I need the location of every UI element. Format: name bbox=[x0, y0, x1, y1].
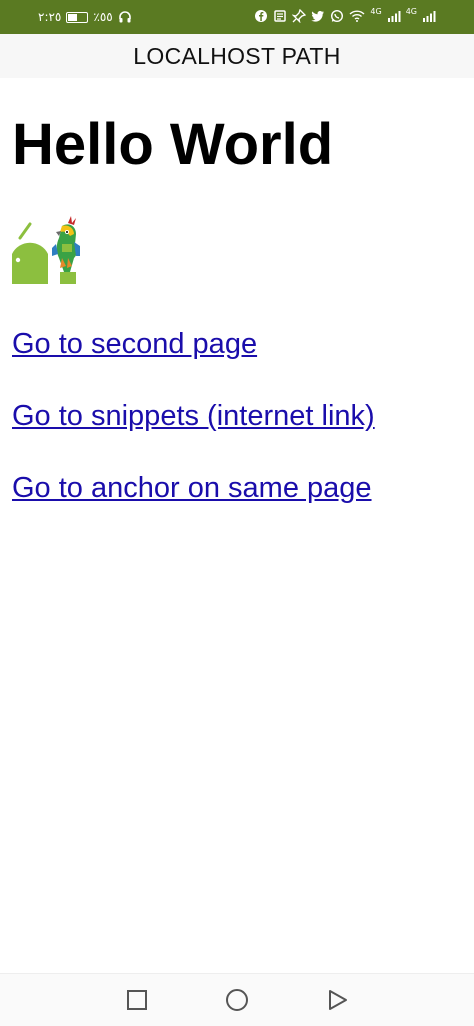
pin-icon bbox=[292, 9, 307, 23]
link-second-page[interactable]: Go to second page bbox=[12, 328, 257, 361]
headset-icon bbox=[118, 11, 131, 23]
android-parrot-logo-icon bbox=[12, 216, 80, 284]
news-icon bbox=[274, 10, 287, 22]
link-anchor-same-page[interactable]: Go to anchor on same page bbox=[12, 472, 372, 505]
signal-icon-2 bbox=[423, 11, 436, 22]
status-time: ٢:٢٥ bbox=[38, 10, 62, 24]
status-bar: ٢:٢٥ ٪٥٥ 4G 4G bbox=[0, 0, 474, 34]
status-bar-right: 4G 4G bbox=[254, 6, 436, 23]
whatsapp-icon bbox=[331, 9, 344, 23]
network-type-1: 4G bbox=[370, 6, 382, 16]
link-snippets[interactable]: Go to snippets (internet link) bbox=[12, 400, 375, 433]
status-bar-left: ٢:٢٥ ٪٥٥ bbox=[38, 10, 132, 24]
recents-square-icon[interactable] bbox=[125, 988, 149, 1012]
page-heading: Hello World bbox=[12, 112, 334, 177]
app-bar-title: LOCALHOST PATH bbox=[133, 42, 341, 69]
signal-icon bbox=[387, 11, 401, 22]
battery-icon bbox=[66, 11, 89, 23]
wifi-icon bbox=[349, 10, 365, 22]
twitter-icon bbox=[311, 11, 325, 22]
back-triangle-icon[interactable] bbox=[326, 988, 350, 1012]
facebook-icon bbox=[255, 10, 268, 22]
network-type-2: 4G bbox=[405, 6, 417, 16]
app-bar: LOCALHOST PATH bbox=[0, 34, 474, 78]
home-circle-icon[interactable] bbox=[225, 988, 249, 1012]
battery-percent: ٪٥٥ bbox=[93, 10, 113, 24]
system-nav-bar bbox=[0, 973, 474, 1026]
